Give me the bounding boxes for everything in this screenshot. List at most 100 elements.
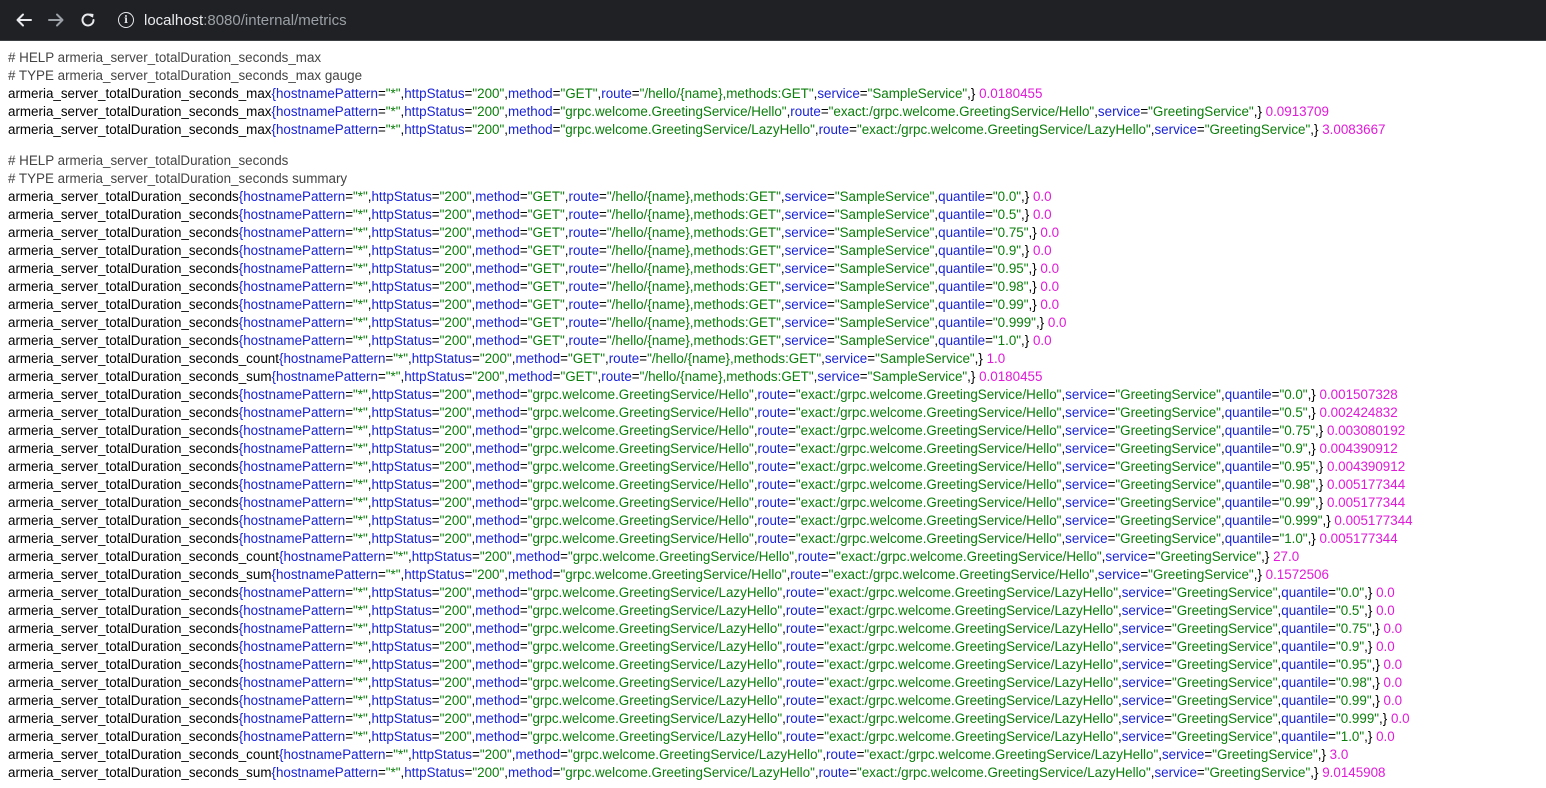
equals: =	[519, 261, 528, 276]
label-key: quantile	[1224, 387, 1272, 402]
metric-comment: # HELP armeria_server_totalDuration_seco…	[8, 50, 322, 65]
equals: =	[519, 711, 528, 726]
label-value: "SampleService"	[867, 369, 968, 384]
label-key: httpStatus	[371, 207, 432, 222]
equals: =	[1164, 675, 1172, 690]
label-value: "exact:/grpc.welcome.GreetingService/Hel…	[836, 549, 1102, 564]
equals: =	[985, 261, 993, 276]
label-key: method	[507, 765, 553, 780]
label-key: route	[568, 243, 600, 258]
label-value: "GreetingService"	[1204, 765, 1311, 780]
label-key: quantile	[1224, 405, 1272, 420]
equals: =	[985, 279, 993, 294]
back-button[interactable]	[10, 6, 38, 34]
label-value: "GET"	[560, 369, 598, 384]
metric-name: armeria_server_totalDuration_seconds_sum	[8, 369, 272, 384]
label-value: "200"	[439, 729, 472, 744]
metric-line: armeria_server_totalDuration_seconds{hos…	[8, 692, 1546, 710]
label-key: httpStatus	[371, 477, 432, 492]
label-key: httpStatus	[371, 261, 432, 276]
address-bar[interactable]: i localhost:8080/internal/metrics	[118, 12, 347, 29]
label-value: "grpc.welcome.GreetingService/Hello"	[527, 513, 754, 528]
label-key: route	[757, 387, 789, 402]
info-icon[interactable]: i	[118, 12, 134, 28]
metric-name: armeria_server_totalDuration_seconds	[8, 657, 239, 672]
label-key: httpStatus	[371, 495, 432, 510]
label-value: "*"	[353, 729, 368, 744]
label-value: "0.999"	[992, 315, 1036, 330]
url-host: localhost	[144, 11, 204, 29]
metric-name: armeria_server_totalDuration_seconds	[8, 441, 239, 456]
label-key: service	[1065, 423, 1108, 438]
equals: =	[1328, 639, 1336, 654]
label-key: httpStatus	[371, 315, 432, 330]
label-key: method	[475, 261, 520, 276]
label-key: method	[475, 495, 520, 510]
metric-line: armeria_server_totalDuration_seconds{hos…	[8, 494, 1546, 512]
label-value: "grpc.welcome.GreetingService/LazyHello"	[527, 657, 783, 672]
label-value: "200"	[479, 351, 512, 366]
metric-line: armeria_server_totalDuration_seconds{hos…	[8, 584, 1546, 602]
reload-button[interactable]	[74, 6, 102, 34]
equals: =	[827, 315, 835, 330]
metric-value: 0.0	[1036, 297, 1060, 312]
equals: =	[1164, 621, 1172, 636]
equals: =	[827, 297, 835, 312]
equals: =	[345, 297, 354, 312]
label-value: "SampleService"	[834, 189, 935, 204]
label-value: "/hello/{name},methods:GET"	[606, 261, 781, 276]
metric-value: 0.0180455	[975, 86, 1043, 101]
label-key: method	[475, 621, 520, 636]
equals: =	[599, 207, 607, 222]
equals: =	[345, 225, 354, 240]
url-path: :8080/internal/metrics	[203, 11, 347, 29]
metric-line: armeria_server_totalDuration_seconds{hos…	[8, 224, 1546, 242]
metric-value: 0.0	[1029, 333, 1052, 348]
label-key: httpStatus	[371, 711, 432, 726]
label-value: "grpc.welcome.GreetingService/LazyHello"	[527, 729, 783, 744]
metric-value: 0.0	[1379, 621, 1403, 636]
equals: =	[345, 675, 354, 690]
label-value: "*"	[385, 104, 401, 119]
label-key: route	[757, 531, 789, 546]
label-key: method	[475, 405, 520, 420]
label-key: httpStatus	[371, 675, 432, 690]
label-value: "grpc.welcome.GreetingService/Hello"	[527, 459, 754, 474]
metric-line: armeria_server_totalDuration_seconds{hos…	[8, 188, 1546, 206]
label-key: service	[1065, 387, 1108, 402]
equals: =	[431, 261, 440, 276]
label-value: "0.98"	[1279, 477, 1316, 492]
metric-name: armeria_server_totalDuration_seconds	[8, 207, 239, 222]
label-value: "exact:/grpc.welcome.GreetingService/Hel…	[795, 513, 1062, 528]
metric-name: armeria_server_totalDuration_seconds	[8, 639, 239, 654]
label-value: "200"	[439, 387, 472, 402]
equals: =	[985, 207, 993, 222]
label-key: service	[824, 351, 868, 366]
label-key: service	[1121, 657, 1165, 672]
label-key: route	[785, 657, 817, 672]
label-value: "0.99"	[1336, 693, 1372, 708]
url-text[interactable]: localhost:8080/internal/metrics	[144, 12, 347, 29]
equals: =	[345, 585, 354, 600]
equals: =	[1328, 585, 1336, 600]
label-value: "0.98"	[1336, 675, 1372, 690]
equals: =	[345, 243, 354, 258]
label-value: "GET"	[527, 279, 565, 294]
equals: =	[631, 86, 640, 101]
metric-name: armeria_server_totalDuration_seconds	[8, 261, 239, 276]
metric-line: armeria_server_totalDuration_seconds{hos…	[8, 512, 1546, 530]
forward-button[interactable]	[42, 6, 70, 34]
metric-line: armeria_server_totalDuration_seconds_max…	[8, 103, 1546, 121]
equals: =	[788, 423, 796, 438]
label-key: route	[797, 549, 829, 564]
equals: =	[788, 531, 796, 546]
label-key: service	[1121, 693, 1165, 708]
metric-line: armeria_server_totalDuration_seconds{hos…	[8, 386, 1546, 404]
label-value: "*"	[353, 261, 368, 276]
metric-value: 0.0	[1029, 243, 1052, 258]
label-value: "SampleService"	[875, 351, 975, 366]
equals: =	[431, 711, 440, 726]
label-key: method	[475, 297, 520, 312]
label-value: "SampleService"	[834, 243, 935, 258]
equals: =	[431, 693, 440, 708]
